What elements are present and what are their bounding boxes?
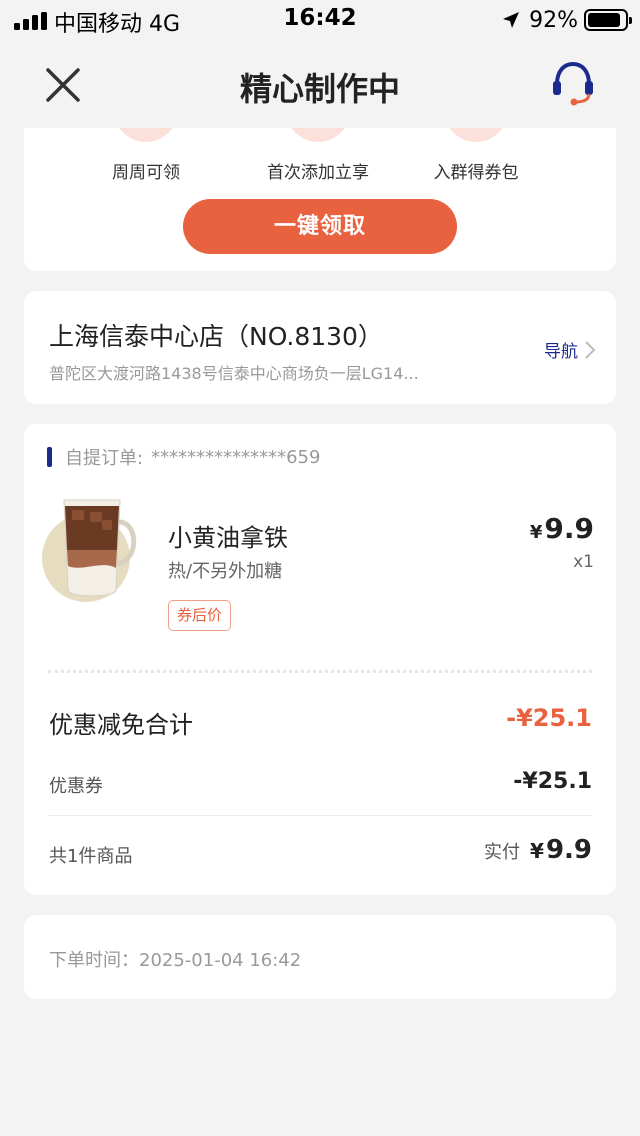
- benefit-label-group: 入群得券包: [433, 163, 519, 183]
- claim-all-button[interactable]: 一键领取: [183, 199, 457, 254]
- paid-amount: 实付 ¥9.9: [484, 835, 592, 865]
- navigate-label: 导航: [544, 342, 578, 362]
- store-name: 上海信泰中心店（NO.8130）: [49, 322, 383, 351]
- dotted-divider: [48, 670, 592, 673]
- coupon-label: 优惠券: [49, 776, 103, 797]
- divider: [48, 815, 592, 816]
- coupon-value: -¥25.1: [513, 769, 592, 794]
- benefit-label-weekly: 周周可领: [112, 163, 180, 183]
- headset-icon[interactable]: [548, 58, 598, 108]
- benefit-label-first-add: 首次添加立享: [267, 163, 369, 183]
- page-title: 精心制作中: [239, 70, 400, 108]
- product-spec: 热/不另外加糖: [168, 561, 283, 582]
- after-coupon-tag: 券后价: [168, 600, 232, 631]
- product-image: [42, 499, 137, 602]
- paid-currency-symbol: ¥: [530, 839, 544, 863]
- order-type-label: 自提订单:: [65, 448, 144, 469]
- items-count: 共1件商品: [49, 846, 133, 867]
- product-quantity: x1: [573, 552, 594, 572]
- order-time-card: 下单时间：2025-01-04 16:42: [24, 915, 616, 999]
- order-card: 自提订单: ***************659 小黄油拿铁 热/不另外加糖 券…: [24, 424, 616, 895]
- currency-symbol: ¥: [529, 522, 543, 543]
- status-bar: 中国移动 4G 16:42 92%: [0, 0, 640, 40]
- paid-value: ¥9.9: [530, 835, 592, 865]
- accent-bar: [47, 447, 52, 467]
- paid-value-number: 9.9: [545, 835, 592, 865]
- product-name: 小黄油拿铁: [168, 524, 288, 552]
- paid-label: 实付: [484, 842, 521, 863]
- product-price: ¥9.9: [530, 512, 594, 545]
- nav-bar: 精心制作中: [0, 40, 640, 128]
- store-address: 普陀区大渡河路1438号信泰中心商场负一层LG14...: [49, 364, 419, 383]
- order-number: ***************659: [151, 446, 321, 468]
- location-arrow-icon: [503, 12, 520, 28]
- order-time: 下单时间：2025-01-04 16:42: [49, 950, 302, 971]
- product-price-value: 9.9: [544, 512, 594, 545]
- chevron-right-icon: [585, 340, 596, 359]
- discount-total-value: -¥25.1: [506, 704, 592, 732]
- store-card[interactable]: 上海信泰中心店（NO.8130） 普陀区大渡河路1438号信泰中心商场负一层LG…: [24, 291, 616, 404]
- battery-icon: [584, 9, 632, 31]
- discount-total-label: 优惠减免合计: [49, 711, 193, 739]
- navigate-link[interactable]: 导航: [544, 337, 596, 362]
- order-header: 自提订单: ***************659: [47, 444, 320, 470]
- battery-percent: 92%: [529, 7, 578, 33]
